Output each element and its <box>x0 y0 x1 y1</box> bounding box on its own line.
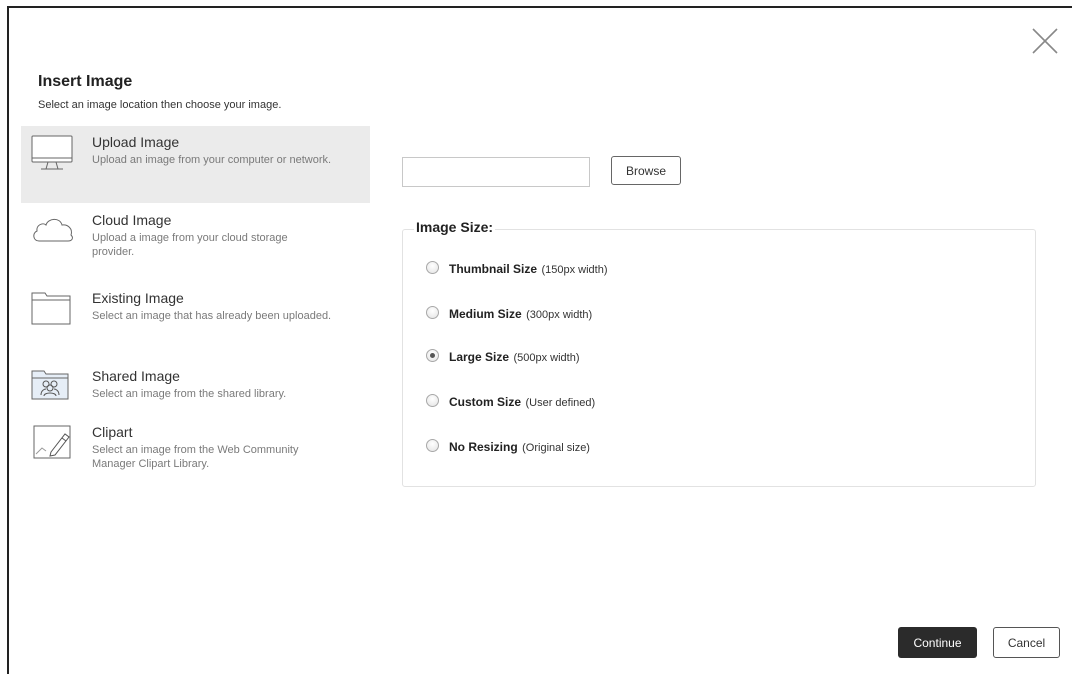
source-name: Cloud Image <box>92 212 172 228</box>
size-option-label: No Resizing <box>449 440 518 454</box>
radio-button[interactable] <box>426 261 439 274</box>
cancel-button[interactable]: Cancel <box>993 627 1060 658</box>
size-option-label: Thumbnail Size <box>449 262 538 276</box>
continue-button[interactable]: Continue <box>898 627 977 658</box>
source-existing-image[interactable]: Existing Image Select an image that has … <box>21 281 370 359</box>
cloud-icon <box>33 218 73 242</box>
source-cloud-image[interactable]: Cloud Image Upload a image from your clo… <box>21 203 370 281</box>
source-description: Select an image from the Web Community M… <box>92 444 299 470</box>
source-clipart[interactable]: Clipart Select an image from the Web Com… <box>21 421 370 491</box>
source-name: Clipart <box>92 424 133 440</box>
browse-button[interactable]: Browse <box>611 156 681 185</box>
size-option-label: Medium Size <box>449 307 522 321</box>
image-source-list: Upload Image Upload an image from your c… <box>21 126 370 491</box>
source-name: Existing Image <box>92 290 184 306</box>
radio-button[interactable] <box>426 394 439 407</box>
source-description: Upload an image from your computer or ne… <box>92 154 332 166</box>
image-size-legend: Image Size: <box>414 219 496 235</box>
radio-button[interactable] <box>426 439 439 452</box>
source-description: Select an image from the shared library. <box>92 388 287 400</box>
monitor-icon <box>31 135 73 170</box>
size-option-note: (150px width) <box>541 264 608 276</box>
source-name: Upload Image <box>92 134 180 150</box>
size-option-label: Large Size <box>449 350 510 364</box>
shared-folder-icon <box>31 370 69 400</box>
size-option-note: (Original size) <box>522 442 590 454</box>
file-path-input[interactable] <box>402 157 590 187</box>
folder-icon <box>31 292 71 325</box>
size-option-note: (User defined) <box>525 397 596 409</box>
clipart-pen-icon <box>33 425 71 459</box>
source-name: Shared Image <box>92 368 180 384</box>
size-option-label: Custom Size <box>449 395 522 409</box>
dialog-title: Insert Image <box>38 73 133 90</box>
dialog-subtitle: Select an image location then choose you… <box>38 99 282 111</box>
source-description: Select an image that has already been up… <box>92 310 332 322</box>
source-upload-image[interactable]: Upload Image Upload an image from your c… <box>21 126 370 203</box>
size-option-note: (300px width) <box>526 309 593 321</box>
radio-button[interactable] <box>426 349 439 362</box>
source-description: Upload a image from your cloud storage p… <box>92 232 288 258</box>
source-shared-image[interactable]: Shared Image Select an image from the sh… <box>21 359 370 421</box>
radio-button[interactable] <box>426 306 439 319</box>
size-option-note: (500px width) <box>513 352 580 364</box>
close-icon[interactable] <box>1030 26 1060 56</box>
